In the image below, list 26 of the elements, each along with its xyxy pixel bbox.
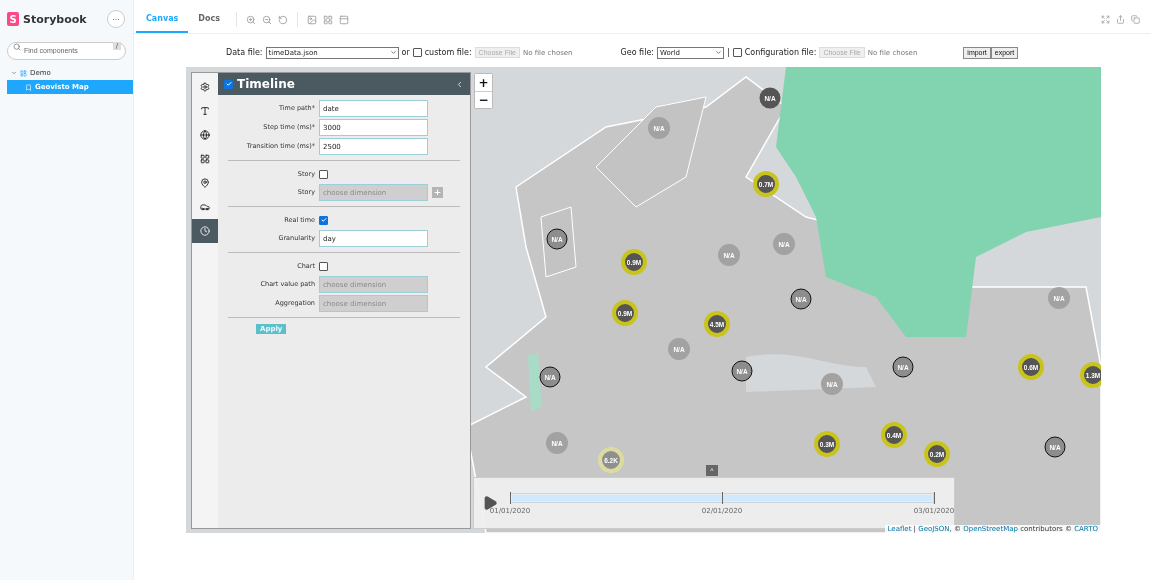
checkbox[interactable] [319,169,328,179]
brand-name: Storybook [23,12,88,26]
collapse-icon[interactable] [455,79,464,89]
storybook-logo: S [7,12,19,26]
checkbox[interactable] [732,48,742,57]
caret-icon [389,49,397,56]
caret-icon [11,70,17,76]
component-icon [20,69,27,77]
panel-title: Timeline [237,77,296,91]
caret-icon [715,49,722,56]
checkbox[interactable] [319,261,328,271]
checkbox[interactable] [412,48,422,57]
story-icon [25,83,32,91]
or-label: or [401,48,410,57]
field-label: Configuration file: [744,48,817,57]
field-label: Data file: [226,48,263,57]
search-icon [13,43,21,51]
field-label: Geo file: [620,48,654,57]
tab[interactable]: Canvas [136,6,189,33]
checkbox[interactable] [319,215,328,225]
checkbox[interactable] [224,79,233,89]
tab[interactable]: Docs [188,6,230,33]
zoom-out-button[interactable]: − [475,91,492,108]
field-label: custom file: [424,48,472,57]
separator-text: | [727,48,730,57]
clock-icon[interactable] [192,219,218,243]
